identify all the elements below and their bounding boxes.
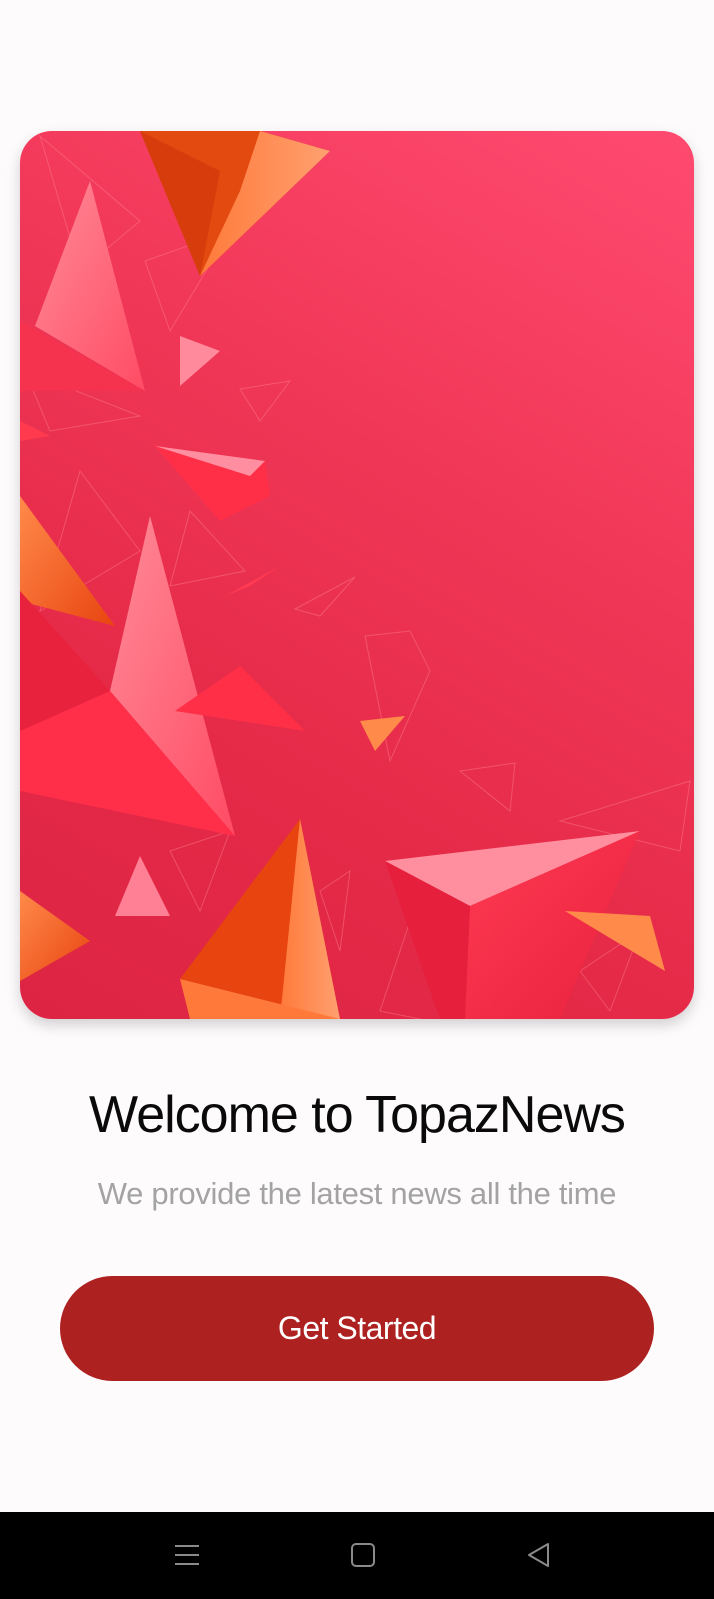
recent-apps-icon [175, 1545, 199, 1565]
get-started-button[interactable]: Get Started [60, 1276, 654, 1381]
recent-apps-button[interactable] [162, 1532, 212, 1578]
home-icon [351, 1543, 375, 1567]
back-button[interactable] [514, 1532, 564, 1578]
home-button[interactable] [338, 1532, 388, 1578]
welcome-title: Welcome to TopazNews [89, 1086, 626, 1144]
hero-illustration [20, 131, 694, 1019]
welcome-subtitle: We provide the latest news all the time [97, 1176, 617, 1211]
triangles-illustration [20, 131, 691, 1019]
welcome-screen: Welcome to TopazNews We provide the late… [0, 0, 714, 1599]
back-icon [528, 1543, 549, 1567]
system-navigation-bar [0, 1512, 714, 1599]
